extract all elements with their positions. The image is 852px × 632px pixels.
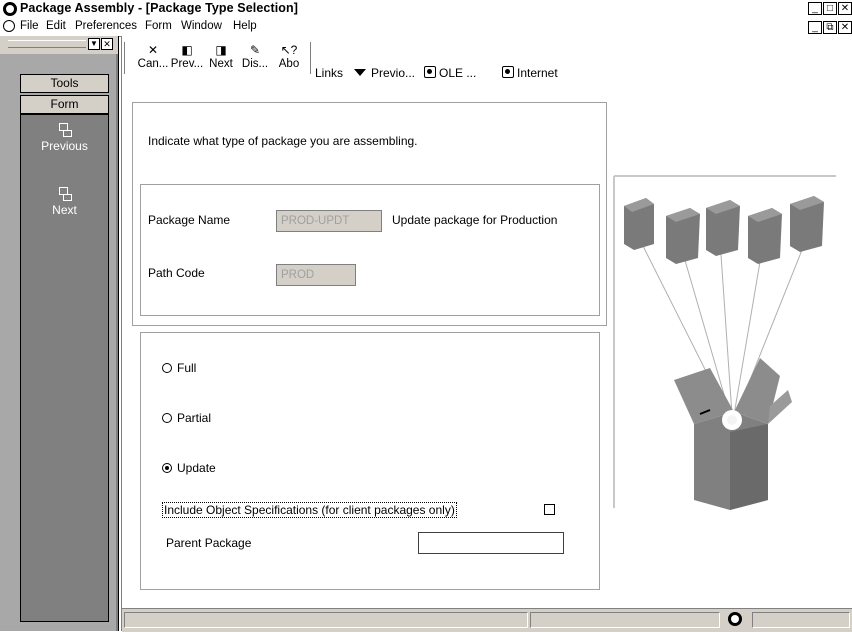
close-icon[interactable]: ✕ [838,2,852,15]
next-button[interactable]: ◨ Next [204,42,238,70]
menu-bar: File Edit Preferences Form Window Help _… [0,18,852,37]
radio-partial-dot[interactable] [162,413,172,423]
radio-full-dot[interactable] [162,363,172,373]
tools-header[interactable]: Tools [20,74,109,93]
package-name-field[interactable]: PROD-UPDT [276,210,382,232]
links-label: Links [315,66,344,80]
menu-preferences[interactable]: Preferences [75,20,137,32]
pane-item-previous[interactable]: Previous [21,123,108,153]
status-cell-secondary [530,612,720,628]
form-exits-panel: Previous Next [20,114,109,622]
window-controls: _ □ ✕ [808,2,852,15]
about-icon: ↖? [280,43,298,57]
radio-partial[interactable]: Partial [162,411,211,425]
maximize-icon[interactable]: □ [823,2,837,15]
mdi-controls: _ ⧉ ✕ [808,21,852,34]
document-icon[interactable] [3,20,15,32]
package-illustration [613,175,836,510]
package-description: Update package for Production [392,213,558,227]
include-specs-checkbox[interactable] [544,504,555,515]
status-bar [122,608,852,632]
toolbar: ✕ Can... ◧ Prev... ◨ Next ✎ Dis... ↖? Ab… [122,36,852,94]
next-exit-icon [58,187,72,201]
radio-update-dot[interactable] [162,463,172,473]
status-cell-main [124,612,528,628]
window-title: Package Assembly - [Package Type Selecti… [20,1,299,15]
mdi-close-icon[interactable]: ✕ [838,21,852,34]
about-button[interactable]: ↖? Abo [272,42,306,70]
mdi-restore-icon[interactable]: ⧉ [823,21,837,34]
pane-grip[interactable] [8,40,86,48]
cancel-button[interactable]: ✕ Can... [136,42,170,70]
status-cell-right [752,612,850,628]
pane-item-next-label: Next [52,203,77,217]
dropdown-triangle-icon [354,69,366,76]
next-icon: ◨ [215,43,227,57]
package-info-group [140,184,600,316]
title-bar: Package Assembly - [Package Type Selecti… [0,0,852,18]
link-previous[interactable]: Previo... [354,66,415,80]
menu-edit[interactable]: Edit [46,20,66,32]
pane-item-previous-label: Previous [41,139,88,153]
pane-divider [118,36,119,631]
small-package-4 [748,208,782,264]
about-button-label: Abo [278,58,300,70]
mdi-minimize-icon[interactable]: _ [808,21,822,34]
menu-window[interactable]: Window [181,20,222,32]
form-header[interactable]: Form [20,95,109,114]
pane-dropdown-icon[interactable]: ▼ [88,38,100,50]
app-globe-icon[interactable] [3,2,17,16]
status-globe-icon [728,612,742,626]
menu-form[interactable]: Form [145,20,172,32]
pane-header: ▼ ✕ [0,36,118,54]
path-code-field[interactable]: PROD [276,264,356,286]
parent-package-label: Parent Package [166,536,252,550]
previous-icon: ◧ [181,43,193,57]
radio-partial-label: Partial [177,411,212,425]
previous-button[interactable]: ◧ Prev... [170,42,204,70]
radio-full-label: Full [177,361,197,375]
radio-update[interactable]: Update [162,461,216,475]
minimize-icon[interactable]: _ [808,2,822,15]
instruction-text: Indicate what type of package you are as… [148,134,418,148]
package-name-label: Package Name [148,213,231,227]
previous-exit-icon [58,123,72,137]
display-button-label: Dis... [241,58,269,70]
link-icon [502,66,514,78]
toolbar-separator [310,42,311,74]
small-package-2 [666,208,700,264]
open-package [674,358,792,510]
radio-full[interactable]: Full [162,361,196,375]
link-icon [424,66,436,78]
toolbar-separator [124,42,125,74]
path-code-label: Path Code [148,266,205,280]
parent-package-field[interactable] [418,532,564,554]
pane-close-icon[interactable]: ✕ [101,38,113,50]
link-ole-label: OLE ... [439,66,477,80]
close-icon: ✕ [147,43,159,57]
small-package-5 [790,196,824,252]
small-package-3 [706,200,740,256]
include-specs-label[interactable]: Include Object Specifications (for clien… [162,502,457,518]
link-previous-label: Previo... [371,66,416,80]
link-internet[interactable]: Internet [502,66,558,80]
next-button-label: Next [209,58,233,70]
menu-help[interactable]: Help [233,20,257,32]
pane-item-next[interactable]: Next [21,187,108,217]
small-package-1 [624,198,654,250]
cancel-button-label: Can... [137,58,169,70]
link-ole[interactable]: OLE ... [424,66,476,80]
display-icon: ✎ [249,43,261,57]
display-button[interactable]: ✎ Dis... [238,42,272,70]
previous-button-label: Prev... [170,58,204,70]
radio-update-label: Update [177,461,216,475]
menu-file[interactable]: File [20,20,39,32]
left-pane: Tools Form Previous Next [0,54,118,631]
link-internet-label: Internet [517,66,558,80]
